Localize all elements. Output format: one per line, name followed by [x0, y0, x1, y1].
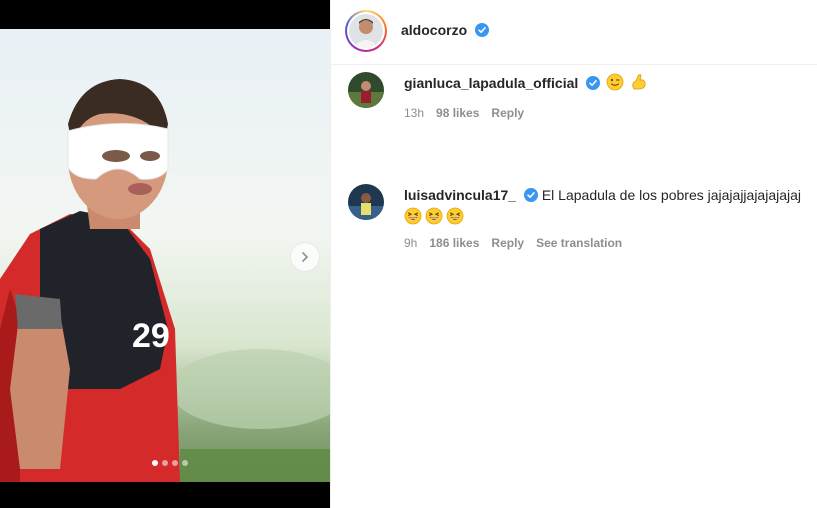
post-media: 29 — [0, 0, 330, 508]
comments-panel: aldocorzo gianluca_lapadula_official 13h… — [330, 0, 817, 508]
comment-likes[interactable]: 186 likes — [429, 236, 479, 250]
comment-avatar[interactable] — [348, 72, 384, 108]
svg-text:29: 29 — [132, 317, 170, 355]
comment-time[interactable]: 13h — [404, 106, 424, 120]
player-photo: 29 — [0, 79, 330, 482]
comment-likes[interactable]: 98 likes — [436, 106, 479, 120]
reply-button[interactable]: Reply — [491, 236, 524, 250]
comment-body: luisadvincula17_ El Lapadula de los pobr… — [404, 184, 817, 225]
post-author-username-text: aldocorzo — [401, 22, 468, 38]
carousel-next-button[interactable] — [290, 242, 320, 272]
comment-username[interactable]: gianluca_lapadula_official — [404, 75, 578, 91]
carousel-dot — [172, 460, 178, 466]
post-photo[interactable]: 29 — [0, 29, 330, 482]
flexed-biceps-emoji-icon — [632, 74, 646, 90]
grinning-squinting-emoji-icon — [404, 207, 422, 225]
verified-badge-icon — [475, 23, 490, 37]
wink-emoji-icon — [606, 73, 624, 91]
reply-button[interactable]: Reply — [491, 106, 524, 120]
grinning-squinting-emoji-icon — [446, 207, 464, 225]
comment-username[interactable]: luisadvincula17_ — [404, 187, 516, 203]
carousel-indicator — [0, 460, 330, 466]
comment-meta: 9h 186 likes Reply See translation — [404, 236, 622, 250]
carousel-dot — [152, 460, 158, 466]
post-author-username[interactable]: aldocorzo — [401, 22, 490, 38]
comment-item: luisadvincula17_ El Lapadula de los pobr… — [331, 184, 817, 264]
story-ring[interactable] — [345, 10, 387, 52]
verified-badge-icon — [523, 188, 538, 202]
comment-time[interactable]: 9h — [404, 236, 417, 250]
comment-item: gianluca_lapadula_official 13h 98 likes … — [331, 72, 817, 162]
carousel-dot — [162, 460, 168, 466]
chevron-right-icon — [302, 252, 308, 262]
comment-text: El Lapadula de los pobres jajajajjajajaj… — [541, 187, 802, 203]
comment-avatar[interactable] — [348, 184, 384, 220]
avatar — [349, 14, 383, 48]
comment-meta: 13h 98 likes Reply — [404, 106, 524, 120]
post-header: aldocorzo — [331, 0, 817, 65]
verified-badge-icon — [586, 76, 601, 90]
comment-body: gianluca_lapadula_official — [404, 72, 817, 94]
see-translation-button[interactable]: See translation — [536, 236, 622, 250]
carousel-dot — [182, 460, 188, 466]
comment-emoji-line — [404, 207, 817, 225]
grinning-squinting-emoji-icon — [425, 207, 443, 225]
